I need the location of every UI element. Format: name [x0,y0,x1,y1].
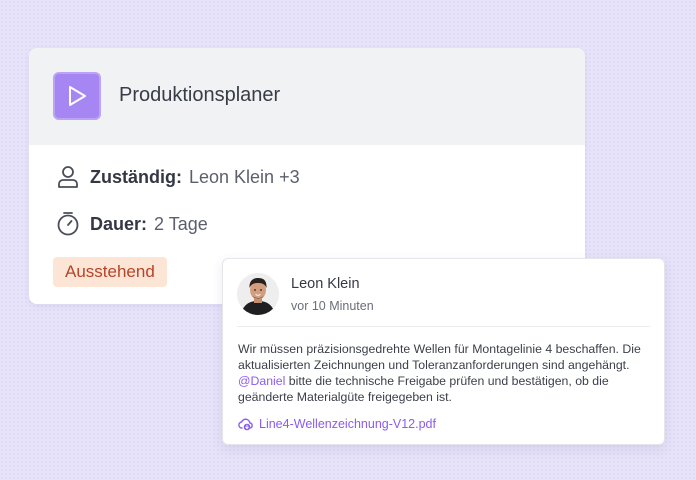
avatar[interactable] [237,273,279,315]
comment-card: Leon Klein vor 10 Minuten Wir müssen prä… [222,258,665,445]
task-card-header: Produktionsplaner [29,48,585,145]
assignee-label: Zuständig: [90,166,182,187]
duration-label: Dauer: [90,213,148,234]
comment-author[interactable]: Leon Klein [291,276,360,292]
task-title: Produktionsplaner [119,84,281,106]
assignee-row: Zuständig: Leon Klein +3 [56,165,300,189]
assignee-value[interactable]: Leon Klein +3 [189,167,300,188]
status-badge[interactable]: Ausstehend [53,257,167,287]
attachment-name[interactable]: Line4-Wellenzeichnung-V12.pdf [259,417,436,431]
comment-text-part: bitte die technische Freigabe prüfen und… [238,374,609,404]
comment-text-part: Wir müssen präzisionsgedrehte Wellen für… [238,342,641,372]
user-icon [56,165,80,189]
duration-row: Dauer: 2 Tage [56,212,208,236]
mention-link[interactable]: @Daniel [238,374,285,388]
divider [237,326,650,327]
attachment-link[interactable]: Line4-Wellenzeichnung-V12.pdf [238,416,436,432]
stopwatch-icon [56,212,80,236]
duration-value: 2 Tage [154,213,208,234]
play-icon[interactable] [53,72,101,120]
comment-body: Wir müssen präzisionsgedrehte Wellen für… [238,341,653,405]
comment-time: vor 10 Minuten [291,299,374,313]
cloud-attachment-icon [238,416,254,432]
